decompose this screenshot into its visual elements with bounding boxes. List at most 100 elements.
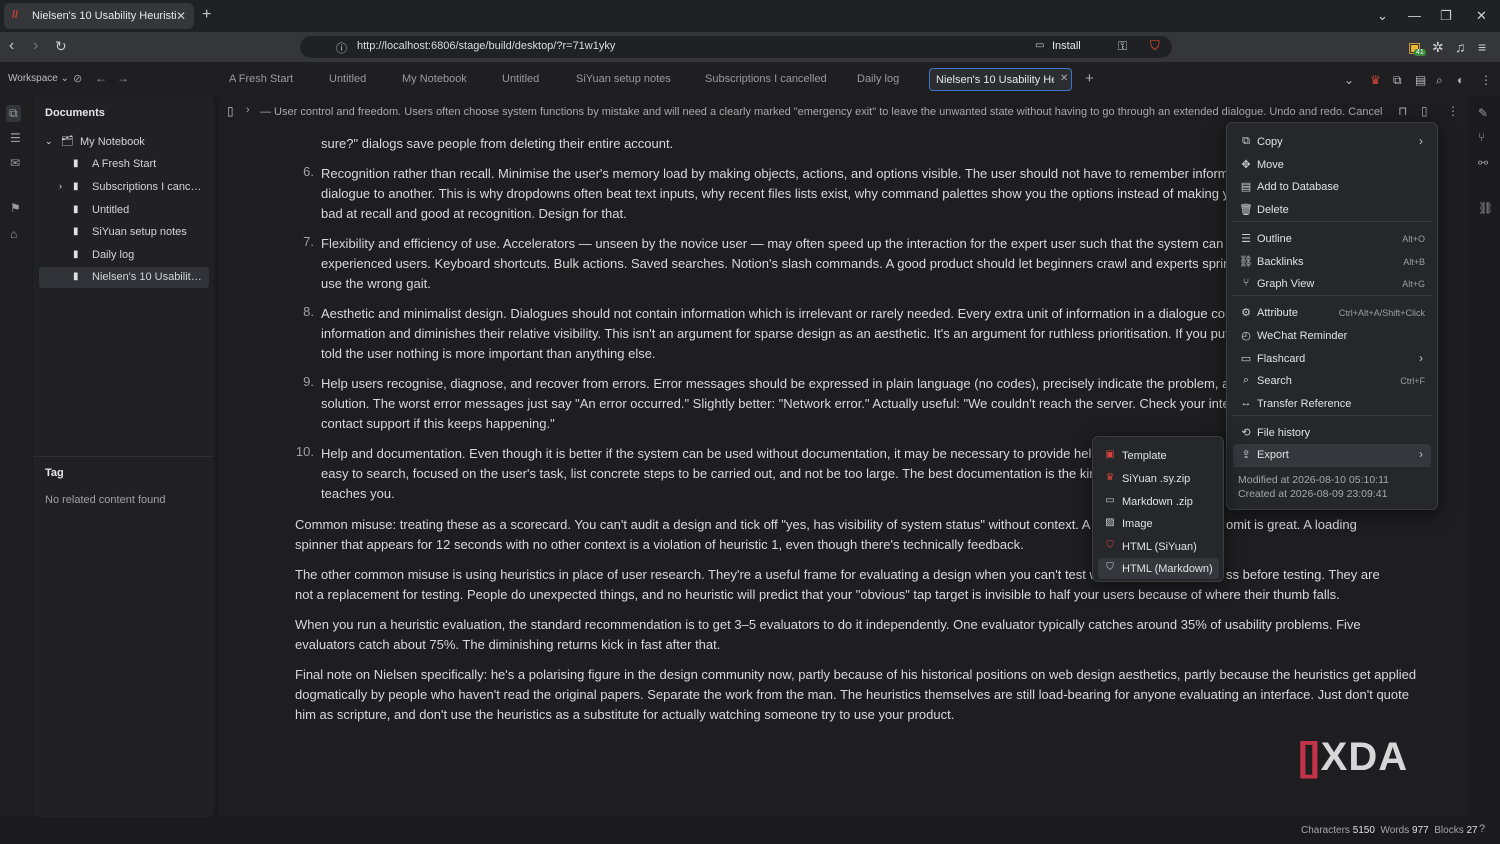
tab-list-icon[interactable]: ⌄ (1377, 8, 1388, 24)
pencil-icon[interactable]: ✎ (1478, 106, 1488, 120)
menu-item-file-history[interactable]: ⟲ File history (1233, 422, 1431, 444)
menu-item-backlinks[interactable]: ⛓ Backlinks Alt+B (1233, 251, 1431, 273)
chevron-right-icon[interactable]: › (59, 181, 62, 191)
gift-icon[interactable]: ♛ (1370, 73, 1381, 87)
minimize-icon[interactable]: — (1408, 8, 1421, 23)
list-item[interactable]: Recognition rather than recall. Minimise… (321, 164, 1265, 225)
reload-icon[interactable]: ↻ (55, 38, 67, 54)
tab-a-fresh-start[interactable]: A Fresh Start (229, 73, 309, 85)
tab-daily-log[interactable]: Daily log (857, 73, 917, 85)
list-item[interactable]: Aesthetic and minimalist design. Dialogu… (321, 304, 1261, 365)
tab-untitled-2[interactable]: Untitled (502, 73, 557, 85)
list-item[interactable]: Flexibility and efficiency of use. Accel… (321, 234, 1257, 295)
tab-dropdown-icon[interactable]: ⌄ (1344, 73, 1354, 87)
inbox-icon[interactable]: ✉ (10, 156, 20, 170)
export-item-siyuan-sy-zip[interactable]: ♛ SiYuan .sy.zip (1098, 468, 1219, 489)
graph-dock-icon[interactable]: ⚯ (1478, 156, 1488, 170)
tree-item-a-fresh-start[interactable]: ▮ A Fresh Start (39, 154, 209, 175)
menu-item-graph-view[interactable]: ⑂ Graph View Alt+G (1233, 273, 1431, 295)
media-icon[interactable]: ♫ (1455, 39, 1466, 55)
menu-item-search[interactable]: ⌕ Search Ctrl+F (1233, 370, 1431, 392)
template-icon: ▣ (1105, 449, 1115, 460)
tree-item-daily-log[interactable]: ▮ Daily log (39, 245, 209, 266)
address-bar[interactable]: ⓘ http://localhost:6806/stage/build/desk… (300, 36, 1172, 58)
close-active-tab-icon[interactable]: ✕ (1060, 73, 1068, 84)
browser-tab[interactable]: // Nielsen's 10 Usability Heuristics ✕ (4, 3, 194, 29)
menu-separator (1233, 415, 1431, 416)
menu-item-attribute[interactable]: ⚙ Attribute Ctrl+Alt+A/Shift+Click (1233, 302, 1431, 324)
new-tab-icon[interactable]: + (202, 6, 211, 24)
export-item-html-siyuan[interactable]: ⛉ HTML (SiYuan) (1098, 536, 1219, 557)
menu-item-add-to-database[interactable]: ▤ Add to Database (1233, 176, 1431, 198)
plugin-icon[interactable]: ⧉ (1393, 73, 1402, 88)
history-back-icon[interactable]: ← (95, 71, 107, 85)
backlink-dock-icon[interactable]: ⛓ (1478, 201, 1493, 215)
brave-shield-icon[interactable]: ⛉ (1150, 38, 1160, 54)
bookmarks-icon[interactable]: ⚑ (10, 201, 21, 215)
more-icon[interactable]: ⋮ (1480, 73, 1492, 87)
tree-item-untitled[interactable]: ▮ Untitled (39, 200, 209, 221)
maximize-icon[interactable]: ❐ (1440, 8, 1452, 24)
menu-item-move[interactable]: ✥ Move (1233, 154, 1431, 176)
tree-item-subscriptions[interactable]: › ▮ Subscriptions I canc… (39, 177, 209, 198)
key-icon[interactable]: ⚿ (1118, 39, 1127, 54)
paragraph[interactable]: Common misuse: treating these as a score… (295, 515, 1121, 555)
close-window-icon[interactable]: ✕ (1476, 8, 1487, 24)
move-icon: ✥ (1241, 159, 1251, 171)
export-item-template[interactable]: ▣ Template (1098, 445, 1219, 466)
doc-icon[interactable]: ▯ (227, 104, 234, 118)
forward-icon[interactable]: › (33, 38, 38, 54)
breadcrumb-text[interactable]: — User control and freedom. Users often … (260, 106, 1400, 118)
history-icon: ⟲ (1241, 427, 1251, 439)
file-tree-icon[interactable]: ⧉ (6, 105, 21, 122)
new-doc-tab-icon[interactable]: + (1085, 70, 1094, 87)
list-item[interactable]: Help and documentation. Even though it i… (321, 444, 1128, 505)
help-icon[interactable]: ? (1479, 823, 1485, 835)
menu-item-wechat-reminder[interactable]: ◴ WeChat Reminder (1233, 325, 1431, 347)
menu-item-export[interactable]: ⇪ Export › (1233, 444, 1431, 466)
tab-active[interactable]: Nielsen's 10 Usability Heuristics (929, 68, 1072, 91)
menu-item-copy[interactable]: ⧉ Copy › (1233, 131, 1431, 153)
global-search-icon[interactable]: ⌕ (1436, 73, 1443, 88)
menu-icon[interactable]: ≡ (1478, 39, 1486, 55)
extensions-icon[interactable]: ✲ (1432, 39, 1444, 56)
history-forward-icon[interactable]: → (117, 71, 129, 85)
layout-icon[interactable]: ▤ (1415, 73, 1426, 87)
text-line[interactable]: sure?" dialogs save people from deleting… (321, 134, 673, 154)
theme-icon[interactable]: ◐ (1457, 73, 1464, 87)
tab-untitled[interactable]: Untitled (329, 73, 384, 85)
menu-item-delete[interactable]: 🗑 Delete (1233, 199, 1431, 221)
image-icon: ▨ (1105, 517, 1115, 528)
install-button[interactable]: Install (1052, 40, 1081, 52)
site-info-icon[interactable]: ⓘ (336, 40, 347, 56)
workspace-selector[interactable]: Workspace ⌄ (8, 73, 69, 84)
doc-info-icon[interactable]: ▯ (1421, 104, 1428, 118)
document-icon: ▮ (73, 271, 79, 282)
tree-notebook[interactable]: ⌄ 🗂 My Notebook (39, 132, 209, 153)
tab-subscriptions[interactable]: Subscriptions I cancelled (705, 73, 827, 85)
lock-icon[interactable]: ⊓ (1398, 104, 1407, 118)
paragraph[interactable]: Final note on Nielsen specifically: he's… (295, 665, 1416, 726)
tag-icon[interactable]: ⌂ (10, 227, 17, 241)
list-item[interactable]: Help users recognise, diagnose, and reco… (321, 374, 1262, 435)
export-item-markdown-zip[interactable]: ▭ Markdown .zip (1098, 491, 1219, 512)
branch-icon[interactable]: ⑂ (1478, 130, 1485, 144)
tree-item-siyuan-setup[interactable]: ▮ SiYuan setup notes (39, 222, 209, 243)
chevron-down-icon[interactable]: ⌄ (45, 136, 53, 147)
menu-item-flashcard[interactable]: ▭ Flashcard › (1233, 348, 1431, 370)
menu-item-transfer-reference[interactable]: ↔ Transfer Reference (1233, 393, 1431, 415)
menu-shortcut: Alt+G (1402, 279, 1425, 289)
doc-more-icon[interactable]: ⋮ (1447, 104, 1459, 118)
paragraph[interactable]: When you run a heuristic evaluation, the… (295, 615, 1361, 655)
tab-my-notebook[interactable]: My Notebook (402, 73, 482, 85)
export-item-image[interactable]: ▨ Image (1098, 513, 1219, 534)
text-line: Recognition rather than recall. Minimise… (321, 166, 1257, 181)
export-item-html-markdown[interactable]: ⛉ HTML (Markdown) (1098, 558, 1219, 579)
sync-off-icon[interactable]: ⊘ (73, 72, 82, 85)
close-tab-icon[interactable]: ✕ (176, 9, 186, 23)
outline-dock-icon[interactable]: ☰ (10, 131, 21, 145)
menu-item-outline[interactable]: ☰ Outline Alt+O (1233, 228, 1431, 250)
back-icon[interactable]: ‹ (9, 38, 14, 54)
tab-siyuan-setup-notes[interactable]: SiYuan setup notes (576, 73, 686, 85)
tree-item-nielsen[interactable]: ▮ Nielsen's 10 Usabilit… (39, 267, 209, 288)
